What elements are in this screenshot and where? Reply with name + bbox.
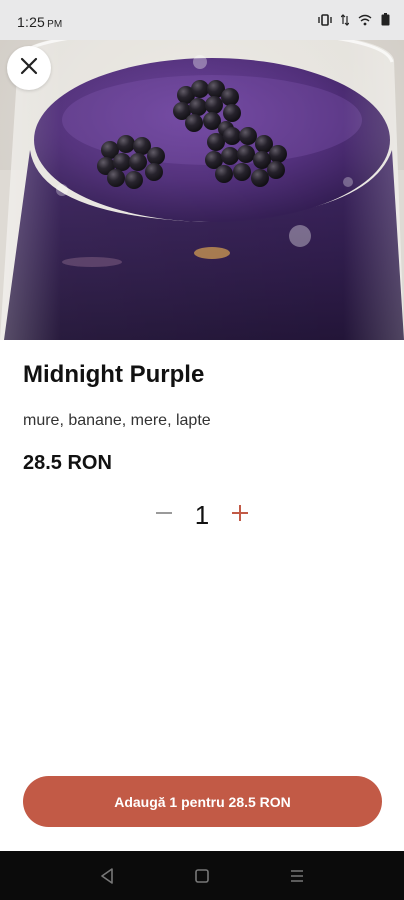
status-time: 1:25 PM bbox=[17, 14, 63, 30]
status-bar: 1:25 PM bbox=[0, 0, 404, 40]
navigation-bar bbox=[0, 851, 404, 900]
quantity-stepper: 1 bbox=[150, 497, 254, 533]
quantity-value: 1 bbox=[194, 499, 210, 530]
decrease-quantity-button[interactable] bbox=[150, 501, 178, 529]
product-title: Midnight Purple bbox=[23, 361, 205, 388]
close-icon bbox=[20, 57, 38, 80]
increase-quantity-button[interactable] bbox=[226, 501, 254, 529]
add-to-cart-button[interactable]: Adaugă 1 pentru 28.5 RON bbox=[23, 776, 382, 827]
minus-icon bbox=[155, 504, 173, 527]
status-icons bbox=[318, 13, 390, 26]
product-image bbox=[0, 0, 404, 340]
vibrate-icon bbox=[318, 13, 332, 26]
wifi-icon bbox=[358, 14, 372, 26]
back-icon[interactable] bbox=[87, 856, 127, 896]
data-arrows-icon bbox=[341, 13, 349, 26]
product-price: 28.5 RON bbox=[23, 452, 112, 474]
home-icon[interactable] bbox=[182, 856, 222, 896]
battery-icon bbox=[381, 13, 390, 26]
recents-icon[interactable] bbox=[277, 856, 317, 896]
product-ingredients: mure, banane, mere, lapte bbox=[23, 412, 211, 429]
close-button[interactable] bbox=[7, 46, 51, 90]
plus-icon bbox=[231, 504, 249, 527]
